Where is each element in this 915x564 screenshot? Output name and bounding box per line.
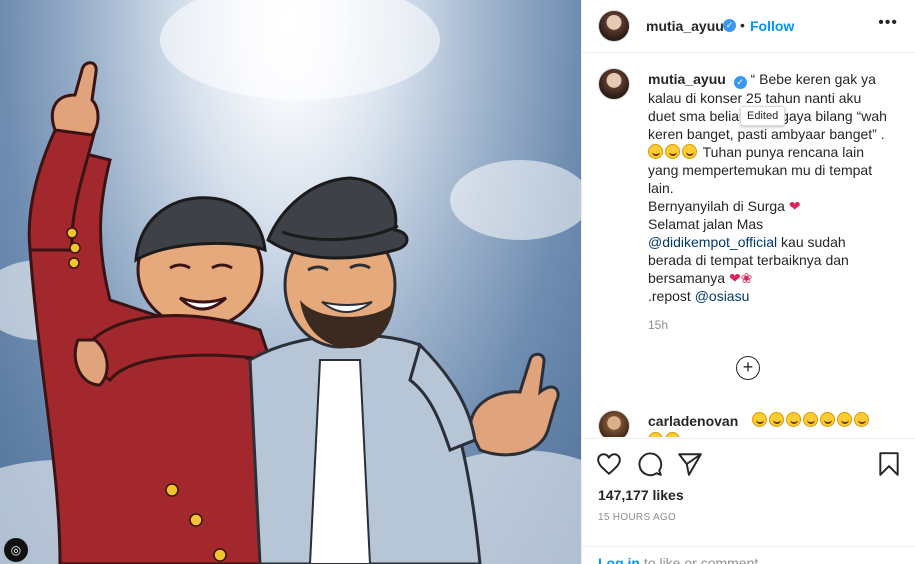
commenter-avatar[interactable] <box>598 410 630 437</box>
caption-line-7: lain. <box>648 180 674 196</box>
sad-emoji-icon <box>820 412 835 427</box>
caption-username[interactable]: mutia_ayuu <box>648 71 726 87</box>
post-header: mutia_ayuu ✓ • Follow ••• <box>582 0 915 53</box>
more-options-icon[interactable]: ••• <box>878 14 898 32</box>
edited-tooltip: Edited <box>740 106 786 126</box>
login-prompt: Log in to like or comment. <box>598 555 762 564</box>
caption-line-12-text: bersamanya <box>648 270 726 286</box>
comment-icon[interactable] <box>637 451 663 477</box>
crying-emoji-icon <box>682 144 697 159</box>
comment-emojis <box>752 412 871 430</box>
caption-line-9: Selamat jalan Mas <box>648 216 764 232</box>
caption-line-10: @didikempot_official kau sudah <box>648 233 898 251</box>
caption-line-1: “ Bebe keren gak ya <box>750 71 876 87</box>
rose-emoji-icon: ❀ <box>740 270 753 286</box>
verified-badge-icon: ✓ <box>723 19 736 32</box>
heart-eyes-emoji-icon <box>752 412 767 427</box>
caption-line-2: kalau di konser 25 tahun nanti aku <box>648 90 862 106</box>
sad-emoji-icon <box>837 412 852 427</box>
heart-emoji-icon: ❤ <box>728 270 741 286</box>
caption-line-8-text: Bernyanyilah di Surga <box>648 198 785 214</box>
action-bar: 147,177 likes 15 HOURS AGO Log in to lik… <box>582 438 915 564</box>
save-bookmark-icon[interactable] <box>876 451 902 477</box>
separator-dot: • <box>740 17 745 33</box>
caption-line-13: .repost @osiasu <box>648 287 898 305</box>
crying-emoji-icon <box>648 144 663 159</box>
heart-emoji-icon: ❤ <box>788 198 801 214</box>
sad-emoji-icon <box>648 432 663 437</box>
caption-line-5-text: Tuhan punya rencana lain <box>702 144 865 160</box>
post-image[interactable]: ◎ <box>0 0 581 564</box>
share-icon[interactable] <box>677 451 703 477</box>
sad-emoji-icon <box>665 432 680 437</box>
like-heart-icon[interactable] <box>596 451 622 477</box>
login-rest-text: to like or comment. <box>640 555 763 564</box>
login-bar: Log in to like or comment. <box>582 546 915 564</box>
posted-time[interactable]: 15 HOURS AGO <box>598 512 676 523</box>
caption-avatar[interactable] <box>598 68 630 100</box>
commenter-username[interactable]: carladenovan <box>648 413 738 429</box>
mention-link[interactable]: @didikempot_official <box>648 234 777 250</box>
avatar[interactable] <box>598 10 630 42</box>
caption-time[interactable]: 15h <box>648 318 668 332</box>
header-username[interactable]: mutia_ayuu <box>646 18 724 34</box>
verified-badge-icon: ✓ <box>733 76 747 89</box>
load-more-comments-button[interactable]: + <box>736 356 760 380</box>
follow-button[interactable]: Follow <box>750 18 794 34</box>
repost-label: .repost <box>648 288 695 304</box>
caption-line-10-text: kau sudah <box>777 234 846 250</box>
likes-count[interactable]: 147,177 likes <box>598 487 684 503</box>
comment-emojis-overflow <box>648 432 682 437</box>
left-figure <box>27 61 273 564</box>
caption-line-5: Tuhan punya rencana lain <box>648 143 898 161</box>
sad-emoji-icon <box>854 412 869 427</box>
login-link[interactable]: Log in <box>598 555 640 564</box>
illustration <box>0 0 581 564</box>
post-panel: mutia_ayuu ✓ • Follow ••• mutia_ayuu ✓ “… <box>581 0 915 564</box>
crying-emoji-icon <box>665 144 680 159</box>
caption-line-4: keren banget, pasti ambyaar banget” . <box>648 126 885 142</box>
heart-eyes-emoji-icon <box>769 412 784 427</box>
caption-line-6: yang mempertemukan mu di tempat <box>648 162 873 178</box>
caption-line-11: berada di tempat terbaiknya dan <box>648 252 849 268</box>
caption-line-12: bersamanya ❤❀ <box>648 269 898 287</box>
image-tag-dot[interactable]: ◎ <box>4 538 28 562</box>
caption-line-8: Bernyanyilah di Surga ❤ <box>648 197 898 215</box>
sad-emoji-icon <box>786 412 801 427</box>
mention-link[interactable]: @osiasu <box>695 288 750 304</box>
sad-emoji-icon <box>803 412 818 427</box>
